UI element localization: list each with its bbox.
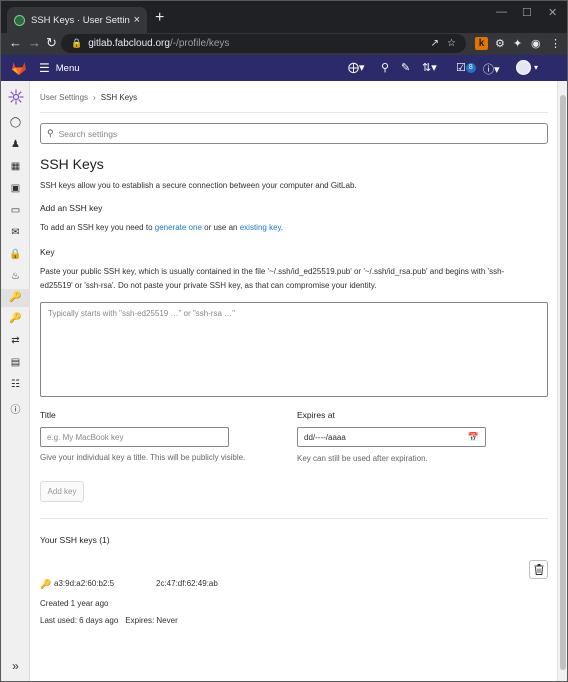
tab-favicon-icon [14,14,25,26]
breadcrumb-divider [40,112,548,113]
title-label: Title [40,410,56,420]
preferences-nav-icon[interactable]: ⇄ [1,335,30,346]
user-settings-avatar-icon[interactable] [8,89,24,105]
expires-at-hint: Key can still be used after expiration. [297,454,428,463]
window-close-icon[interactable]: ✕ [548,6,557,19]
key-fingerprint-part1: a3:9d:a2:60:b2:5 [54,579,115,588]
user-avatar[interactable] [516,60,531,75]
gitlab-logo-icon[interactable] [11,60,27,76]
applications-nav-icon[interactable]: ▦ [1,161,30,172]
breadcrumb-user-settings[interactable]: User Settings [40,93,88,102]
gitlab-header: ☰ Menu ⨁▾ ⚲ ✎ ⇅▾ ☑ 8 ⓘ▾ ▾ [1,55,567,81]
key-textarea[interactable] [40,302,548,397]
existing-key-link[interactable]: existing key [240,223,281,232]
title-input[interactable] [40,427,229,447]
lock-icon: 🔒 [71,38,83,48]
search-icon: ⚲ [47,128,54,138]
settings-sidebar: ◯ ♟ ▦ ▣ ▭ ✉ 🔒 ♨ 🔑 🔑 ⇄ ▤ ☷ ⓘ » [1,81,30,681]
password-nav-icon[interactable]: 🔒 [1,249,30,260]
key-description: Paste your public SSH key, which is usua… [40,267,505,290]
extension-icon[interactable]: ⚙ [495,37,505,50]
merge-requests-icon[interactable]: ⇅▾ [422,61,437,74]
bookmark-star-icon[interactable]: ☆ [447,38,456,49]
expires-at-input[interactable]: dd/----/aaaa 📅 [297,427,486,447]
url-text: gitlab.fabcloud.org/-/profile/keys [88,38,230,49]
new-tab-button[interactable]: + [155,9,164,27]
gpg-keys-nav-icon[interactable]: 🔑 [1,313,30,324]
expires-at-placeholder: dd/----/aaaa [304,432,346,442]
help-icon[interactable]: ⓘ▾ [483,61,500,77]
key-created: Created 1 year ago [40,599,109,608]
share-icon[interactable]: ↗ [431,38,439,49]
todos-icon[interactable]: ☑ 8 [456,61,476,74]
tab-close-icon[interactable]: × [134,14,140,26]
page-title: SSH Keys [40,156,104,172]
issues-icon[interactable]: ✎ [401,61,410,74]
ssh-keys-nav-icon[interactable]: 🔑 [1,289,30,307]
tab-strip: SSH Keys · User Settings · GitLab × + — … [1,1,567,33]
profile-nav-icon[interactable]: ◯ [1,117,30,128]
delete-key-button[interactable] [529,560,548,579]
add-key-button[interactable]: Add key [40,481,84,502]
new-item-icon[interactable]: ⨁▾ [348,61,365,74]
browser-window: SSH Keys · User Settings · GitLab × + — … [0,0,568,682]
breadcrumb-separator: › [93,93,96,102]
address-bar-row: ← → ↻ 🔒 gitlab.fabcloud.org/-/profile/ke… [1,33,567,55]
title-hint: Give your individual key a title. This w… [40,453,246,462]
key-usage-row: Last used: 6 days ago Expires: Never [40,616,178,625]
breadcrumb-ssh-keys[interactable]: SSH Keys [101,93,137,102]
hamburger-icon: ☰ [39,61,50,75]
key-last-used: Last used: 6 days ago [40,616,119,625]
browser-menu-icon[interactable]: ⋮ [550,37,561,50]
search-icon[interactable]: ⚲ [381,61,389,74]
trash-icon [534,564,543,575]
calendar-icon[interactable]: 📅 [468,432,479,443]
reload-icon[interactable]: ↻ [46,35,57,51]
k-extension-icon[interactable]: k [475,37,488,50]
access-tokens-nav-icon[interactable]: ▭ [1,205,30,216]
key-label: Key [40,247,55,257]
chat-nav-icon[interactable]: ▣ [1,183,30,194]
authentication-log-nav-icon[interactable]: ☷ [1,379,30,390]
emails-nav-icon[interactable]: ✉ [1,227,30,238]
profile-icon[interactable]: ◉ [531,37,541,50]
scrollbar-thumb[interactable] [560,95,566,670]
notifications-nav-icon[interactable]: ♨ [1,271,30,282]
your-ssh-keys-heading: Your SSH keys (1) [40,535,110,545]
address-bar[interactable]: 🔒 gitlab.fabcloud.org/-/profile/keys ↗ ☆ [61,34,466,53]
search-settings-input[interactable] [58,128,541,139]
expand-sidebar-icon[interactable]: » [1,659,30,673]
menu-button[interactable]: ☰ Menu [39,61,80,75]
expires-at-label: Expires at [297,410,335,420]
main-content: User Settings › SSH Keys ⚲ SSH Keys SSH ke… [40,81,548,681]
breadcrumb: User Settings › SSH Keys [40,93,137,102]
back-arrow-icon[interactable]: ← [9,35,22,50]
maximize-icon[interactable]: ☐ [522,6,532,19]
account-nav-icon[interactable]: ♟ [1,139,30,150]
page-scrollbar[interactable] [557,81,567,681]
add-ssh-key-heading: Add an SSH key [40,203,103,213]
browser-tab[interactable]: SSH Keys · User Settings · GitLab × [7,7,147,33]
add-ssh-key-description: To add an SSH key you need to generate o… [40,223,284,232]
key-fingerprint-part2: 2c:47:df:62:49:ab [156,579,218,588]
settings-search[interactable]: ⚲ [40,123,548,144]
key-expires: Expires: Never [125,616,178,625]
usage-quotas-nav-icon[interactable]: ⓘ [1,401,30,416]
generate-one-link[interactable]: generate one [155,223,202,232]
active-sessions-nav-icon[interactable]: ▤ [1,357,30,368]
page-intro: SSH keys allow you to establish a secure… [40,181,357,190]
avatar-chevron-down-icon[interactable]: ▾ [534,63,538,72]
todo-count-badge: 8 [465,63,476,74]
section-divider [40,518,548,519]
key-icon: 🔑 [40,579,52,589]
minimize-icon[interactable]: — [496,6,507,18]
menu-label: Menu [55,62,80,74]
tab-title: SSH Keys · User Settings · GitLab [31,14,130,26]
forward-arrow-icon[interactable]: → [28,35,41,50]
puzzle-icon[interactable]: ✦ [513,37,522,50]
